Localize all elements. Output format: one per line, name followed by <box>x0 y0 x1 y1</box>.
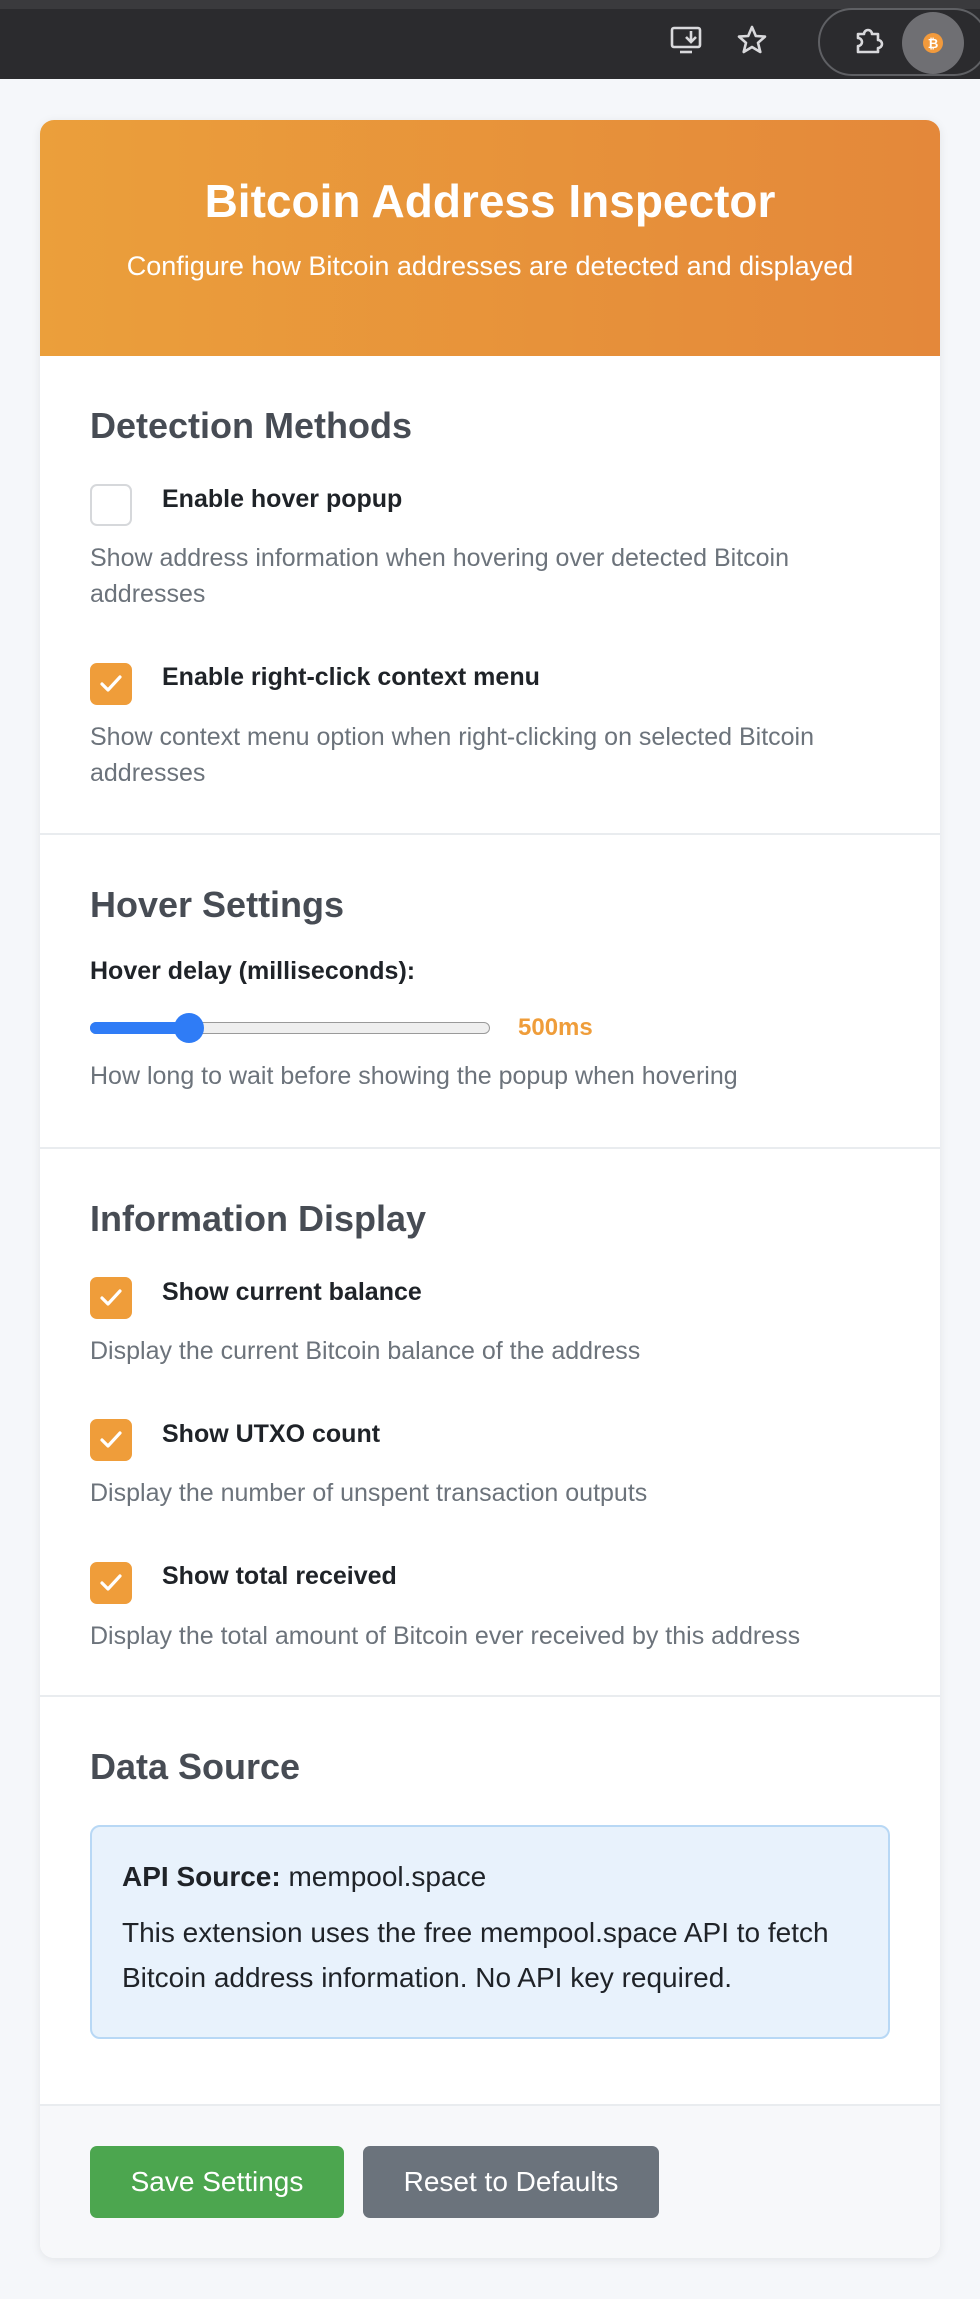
bitcoin-symbol-icon: ₿ <box>923 33 943 53</box>
context-menu-checkbox[interactable] <box>90 662 132 705</box>
hover-delay-slider[interactable] <box>90 1013 490 1043</box>
hover-delay-label: Hover delay (milliseconds): <box>90 957 416 985</box>
checkmark-icon <box>100 1431 122 1448</box>
option-hover-popup[interactable]: Enable hover popup <box>90 484 890 526</box>
option-description: Show context menu option when right-clic… <box>90 722 815 787</box>
option-context-menu[interactable]: Enable right-click context menu <box>90 662 890 705</box>
section-hover-settings: Hover Settings Hover delay (milliseconds… <box>40 835 940 1149</box>
save-settings-button[interactable]: Save Settings <box>90 2146 344 2218</box>
api-source-value: mempool.space <box>288 1861 487 1892</box>
option-show-balance[interactable]: Show current balance <box>90 1277 890 1319</box>
bookmark-star-icon[interactable] <box>732 20 772 60</box>
option-description: Show address information when hovering o… <box>90 544 790 609</box>
option-show-utxo[interactable]: Show UTXO count <box>90 1419 890 1462</box>
show-received-checkbox[interactable] <box>90 1561 132 1604</box>
section-title: Hover Settings <box>90 884 345 925</box>
api-info-box: API Source: mempool.space This extension… <box>90 1825 890 2039</box>
footer-actions: Save Settings Reset to Defaults <box>40 2104 940 2258</box>
option-description: Display the number of unspent transactio… <box>90 1479 648 1508</box>
option-label: Show current balance <box>162 1277 422 1306</box>
hover-delay-control: 500ms <box>90 1013 890 1043</box>
section-data-source: Data Source API Source: mempool.space Th… <box>40 1697 940 2112</box>
checkmark-icon <box>100 674 122 692</box>
option-label: Show total received <box>162 1562 397 1590</box>
show-utxo-checkbox[interactable] <box>90 1419 132 1462</box>
option-description: Display the total amount of Bitcoin ever… <box>90 1621 801 1650</box>
option-label: Enable hover popup <box>162 484 403 513</box>
section-title: Information Display <box>90 1198 427 1239</box>
extensions-puzzle-icon[interactable] <box>848 20 888 60</box>
page-title: Bitcoin Address Inspector <box>204 175 776 227</box>
option-label: Enable right-click context menu <box>162 663 540 691</box>
section-title: Data Source <box>90 1746 301 1787</box>
install-app-icon[interactable] <box>667 20 707 60</box>
option-description: Display the current Bitcoin balance of t… <box>90 1337 641 1365</box>
hover-delay-description: How long to wait before showing the popu… <box>90 1062 738 1090</box>
option-label: Show UTXO count <box>162 1419 381 1448</box>
page-subtitle: Configure how Bitcoin addresses are dete… <box>126 251 854 281</box>
hover-delay-value: 500ms <box>518 1014 593 1041</box>
option-show-received[interactable]: Show total received <box>90 1561 890 1604</box>
settings-card: Bitcoin Address Inspector Configure how … <box>40 120 940 2258</box>
show-balance-checkbox[interactable] <box>90 1277 132 1319</box>
checkmark-icon <box>100 1573 122 1591</box>
checkmark-icon <box>100 1289 122 1306</box>
section-detection-methods: Detection Methods Enable hover popup Sho… <box>40 356 940 835</box>
api-source-label: API Source: <box>122 1861 281 1892</box>
browser-toolbar: ₿ <box>0 0 980 79</box>
reset-defaults-button[interactable]: Reset to Defaults <box>363 2146 659 2218</box>
section-title: Detection Methods <box>90 405 413 446</box>
api-source-line: API Source: mempool.space <box>122 1861 858 1893</box>
section-information-display: Information Display Show current balance… <box>40 1149 940 1697</box>
tab-strip-edge <box>0 0 980 9</box>
api-note: This extension uses the free mempool.spa… <box>122 1917 829 1993</box>
hover-popup-checkbox[interactable] <box>90 484 132 526</box>
slider-thumb[interactable] <box>174 1013 204 1043</box>
header-banner: Bitcoin Address Inspector Configure how … <box>40 120 940 356</box>
bitcoin-extension-icon[interactable]: ₿ <box>902 12 964 74</box>
